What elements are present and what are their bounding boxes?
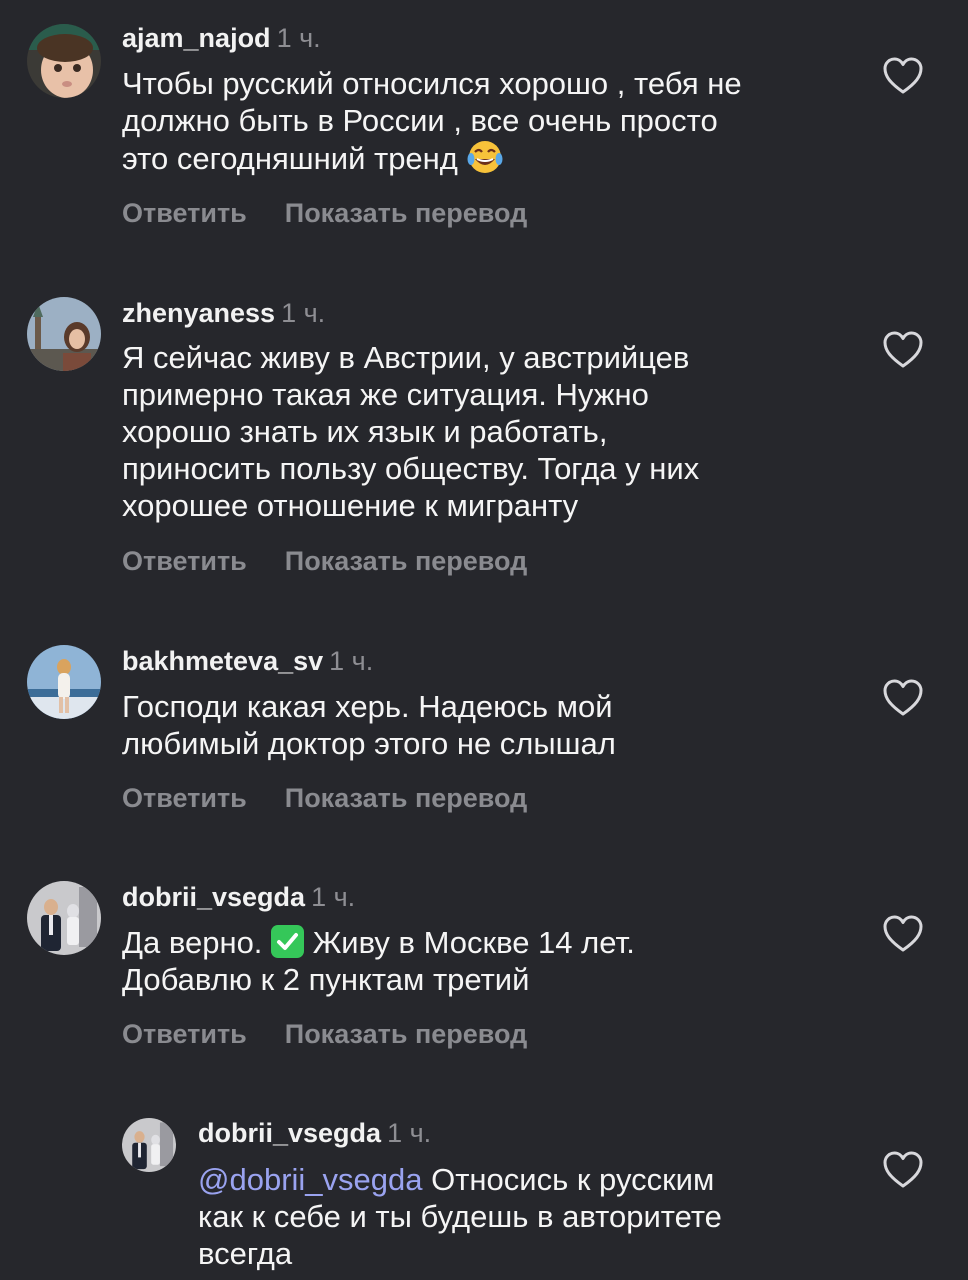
comment-text: Чтобы русский относился хорошо , тебя не… [122, 65, 862, 177]
username[interactable]: zhenyaness [122, 298, 275, 328]
avatar[interactable] [27, 297, 101, 371]
comment-actions: Ответить Показать перевод [122, 1018, 527, 1050]
comment-line: приносить пользу обществу. Тогда у них [122, 451, 700, 486]
comment-line-with-emoji: Да верно. Живу в Москве 14 лет. [122, 924, 862, 961]
comment-text: Да верно. Живу в Москве 14 лет. Добавлю … [122, 924, 862, 998]
comment-line-text: Да верно. [122, 925, 263, 960]
comment-line-with-emoji: это сегодняшний тренд [122, 139, 862, 177]
comment-text: Я сейчас живу в Австрии, у австрийцев пр… [122, 339, 862, 524]
username[interactable]: dobrii_vsegda [122, 882, 305, 912]
comment-line: Добавлю к 2 пунктам третий [122, 962, 530, 997]
reply-button[interactable]: Ответить [122, 1019, 247, 1049]
username[interactable]: dobrii_vsegda [198, 1118, 381, 1148]
like-heart-icon[interactable] [882, 1150, 924, 1190]
reply-button[interactable]: Ответить [122, 198, 247, 228]
comment-line: любимый доктор этого не слышал [122, 726, 616, 761]
username[interactable]: bakhmeteva_sv [122, 646, 323, 676]
show-translation-button[interactable]: Показать перевод [285, 1019, 528, 1049]
avatar[interactable] [27, 645, 101, 719]
comment-line: Господи какая херь. Надеюсь мой [122, 689, 613, 724]
comment-actions: Ответить Показать перевод [122, 197, 527, 229]
avatar[interactable] [27, 24, 101, 98]
like-heart-icon[interactable] [882, 330, 924, 370]
reply-button[interactable]: Ответить [122, 783, 247, 813]
mention-link[interactable]: @dobrii_vsegda [198, 1162, 423, 1197]
comment-line-text: Живу в Москве 14 лет. [312, 925, 635, 960]
timestamp: 1 ч. [329, 646, 374, 676]
comment-text: @dobrii_vsegda Относись к русским как к … [198, 1161, 878, 1272]
comment-meta: dobrii_vsegda 1 ч. [122, 881, 355, 913]
comment-line: примерно такая же ситуация. Нужно [122, 377, 649, 412]
tears-of-joy-emoji [467, 139, 503, 175]
comment-line: Я сейчас живу в Австрии, у австрийцев [122, 340, 690, 375]
comment-meta: bakhmeteva_sv 1 ч. [122, 645, 373, 677]
show-translation-button[interactable]: Показать перевод [285, 783, 528, 813]
check-mark-emoji [271, 925, 305, 958]
timestamp: 1 ч. [311, 882, 356, 912]
like-heart-icon[interactable] [882, 914, 924, 954]
comment-meta: dobrii_vsegda 1 ч. [198, 1117, 431, 1149]
comment-line: Чтобы русский относился хорошо , тебя не [122, 66, 742, 101]
comment-line: хорошо знать их язык и работать, [122, 414, 608, 449]
like-heart-icon[interactable] [882, 678, 924, 718]
username[interactable]: ajam_najod [122, 23, 271, 53]
timestamp: 1 ч. [387, 1118, 432, 1148]
like-heart-icon[interactable] [882, 56, 924, 96]
comment-line: хорошее отношение к мигранту [122, 488, 579, 523]
comment-line-text: Относись к русским [431, 1162, 715, 1197]
timestamp: 1 ч. [276, 23, 321, 53]
comment-line-text: это сегодняшний тренд [122, 141, 458, 176]
comment-actions: Ответить Показать перевод [122, 545, 527, 577]
reply-button[interactable]: Ответить [122, 546, 247, 576]
avatar[interactable] [27, 881, 101, 955]
show-translation-button[interactable]: Показать перевод [285, 198, 528, 228]
comment-actions: Ответить Показать перевод [122, 782, 527, 814]
comment-line-with-mention: @dobrii_vsegda Относись к русским [198, 1161, 878, 1198]
avatar[interactable] [122, 1118, 176, 1172]
comment-line: всегда [198, 1236, 293, 1271]
comment-meta: ajam_najod 1 ч. [122, 22, 321, 54]
comment-line: должно быть в России , все очень просто [122, 103, 718, 138]
comment-text: Господи какая херь. Надеюсь мой любимый … [122, 688, 862, 762]
show-translation-button[interactable]: Показать перевод [285, 546, 528, 576]
comment-meta: zhenyaness 1 ч. [122, 297, 325, 329]
comment-line: как к себе и ты будешь в авторитете [198, 1199, 722, 1234]
timestamp: 1 ч. [281, 298, 326, 328]
